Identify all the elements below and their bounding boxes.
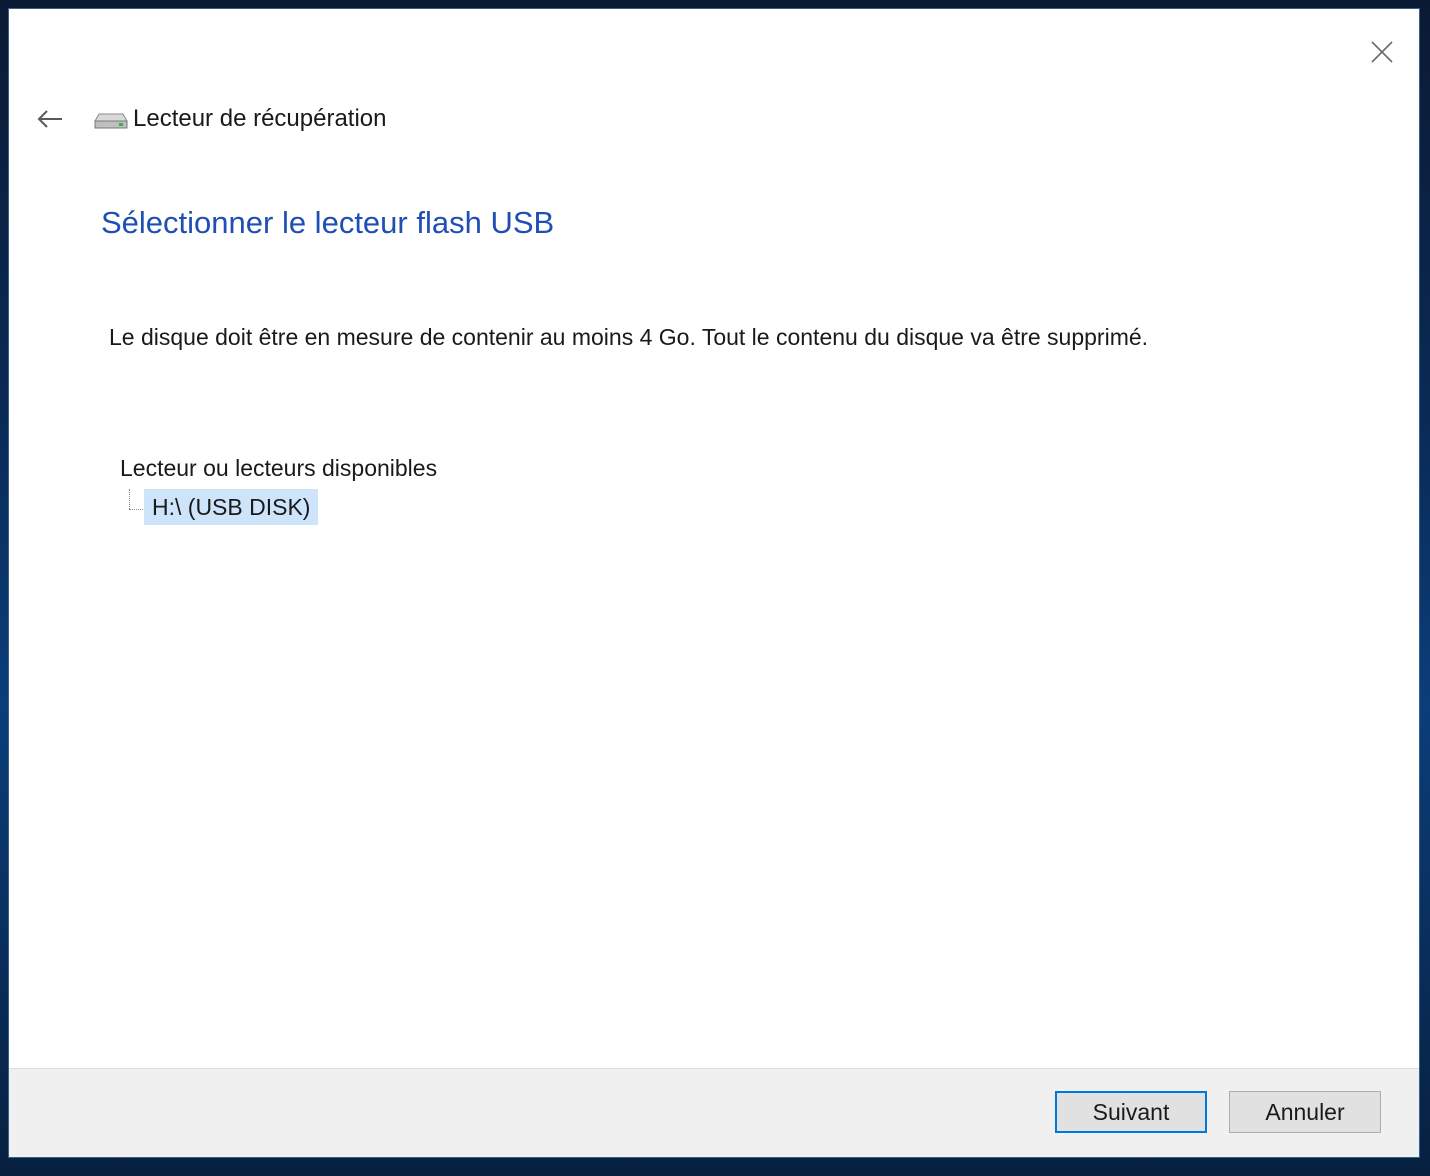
next-button[interactable]: Suivant bbox=[1055, 1091, 1207, 1133]
drive-item[interactable]: H:\ (USB DISK) bbox=[120, 489, 437, 525]
close-button[interactable] bbox=[1367, 37, 1397, 67]
drives-label: Lecteur ou lecteurs disponibles bbox=[120, 455, 438, 481]
description-text: Le disque doit être en mesure de conteni… bbox=[109, 324, 1149, 350]
recovery-drive-window: Lecteur de récupération Sélectionner le … bbox=[8, 8, 1420, 1158]
drive-item-label[interactable]: H:\ (USB DISK) bbox=[144, 489, 319, 525]
window-title: Lecteur de récupération bbox=[133, 105, 387, 132]
cancel-button[interactable]: Annuler bbox=[1229, 1091, 1381, 1133]
back-arrow-icon bbox=[37, 110, 62, 128]
page-title: Sélectionner le lecteur flash USB bbox=[101, 205, 555, 240]
tree-connector bbox=[120, 489, 144, 525]
available-drives-tree: Lecteur ou lecteurs disponibles H:\ (USB… bbox=[120, 453, 437, 525]
back-button[interactable] bbox=[33, 102, 67, 136]
close-icon bbox=[1371, 41, 1393, 63]
dialog-footer: Suivant Annuler bbox=[9, 1068, 1419, 1157]
window-header: Lecteur de récupération bbox=[33, 101, 387, 137]
drive-icon bbox=[93, 108, 129, 130]
